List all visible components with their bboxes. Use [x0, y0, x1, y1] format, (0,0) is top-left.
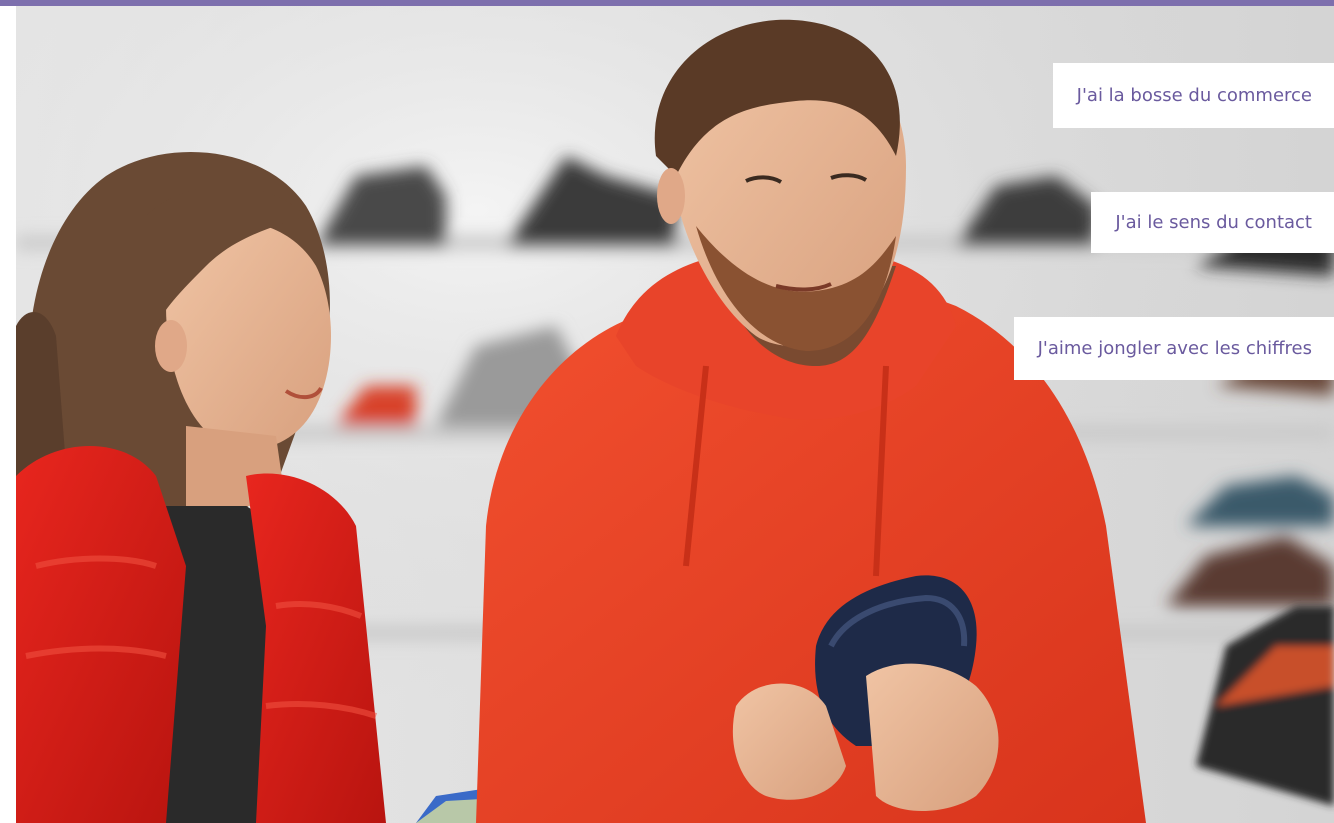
- tag-label: J'ai le sens du contact: [1115, 211, 1312, 233]
- career-banner: J'ai la bosse du commerce J'ai le sens d…: [0, 0, 1334, 823]
- tag-label: J'aime jongler avec les chiffres: [1037, 337, 1312, 359]
- left-margin-strip: [0, 6, 16, 823]
- tag-contact: J'ai le sens du contact: [1091, 192, 1334, 253]
- tag-commerce: J'ai la bosse du commerce: [1052, 63, 1334, 128]
- tag-chiffres: J'aime jongler avec les chiffres: [1013, 317, 1334, 380]
- hero-photo: [16, 6, 1334, 823]
- photo-icon: [16, 6, 1334, 823]
- tag-label: J'ai la bosse du commerce: [1076, 84, 1312, 106]
